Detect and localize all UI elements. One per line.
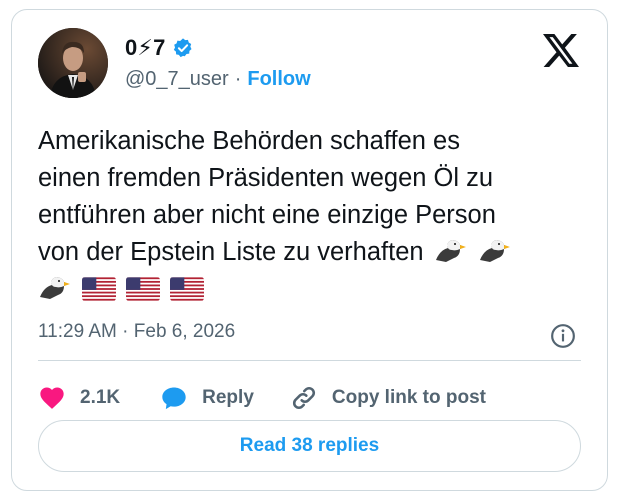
eagle-icon bbox=[40, 277, 70, 299]
verified-badge-icon bbox=[173, 38, 192, 58]
user-handle[interactable]: @0_7_user bbox=[125, 68, 229, 91]
follow-button[interactable]: Follow bbox=[247, 68, 310, 91]
eagle-icon bbox=[435, 240, 466, 262]
reply-button[interactable]: Reply bbox=[160, 384, 254, 412]
tweet-text-line: von der Epstein Liste zu verhaften bbox=[38, 238, 424, 266]
link-icon bbox=[292, 386, 315, 410]
divider bbox=[38, 360, 581, 361]
tweet-text-line: entführen aber nicht eine einzige Person bbox=[38, 201, 496, 229]
timestamp[interactable]: 11:29 AM · Feb 6, 2026 bbox=[38, 321, 235, 343]
handle-row: @0_7_user · Follow bbox=[125, 68, 311, 91]
reply-label: Reply bbox=[202, 387, 254, 408]
separator-dot: · bbox=[234, 68, 242, 90]
x-logo-icon[interactable] bbox=[543, 34, 579, 67]
read-replies-label: Read 38 replies bbox=[239, 435, 380, 456]
post-time[interactable]: 11:29 AM bbox=[38, 321, 117, 342]
display-name[interactable]: 0⚡7 bbox=[125, 35, 166, 61]
tweet-text-line: Amerikanische Behörden schaffen es bbox=[38, 127, 460, 155]
avatar[interactable] bbox=[38, 28, 108, 98]
like-button[interactable]: 2.1K bbox=[38, 384, 120, 412]
read-replies-button[interactable]: Read 38 replies bbox=[38, 420, 581, 472]
separator-dot: · bbox=[122, 321, 129, 342]
us-flag-icon bbox=[126, 277, 161, 301]
tweet-text-line: einen fremden Präsidenten wegen Öl zu bbox=[38, 164, 494, 192]
info-icon[interactable] bbox=[550, 323, 576, 349]
eagle-icon bbox=[479, 240, 510, 262]
heart-icon bbox=[40, 387, 64, 409]
us-flag-icon bbox=[170, 277, 205, 301]
speech-bubble-icon bbox=[162, 387, 186, 410]
tweet-card: 0⚡7 @0_7_user · Follow Amerikanische Beh… bbox=[11, 9, 608, 491]
copy-link-label: Copy link to post bbox=[331, 387, 486, 408]
post-date[interactable]: Feb 6, 2026 bbox=[134, 321, 235, 342]
avatar-photo bbox=[38, 28, 108, 98]
author-name-row[interactable]: 0⚡7 bbox=[125, 35, 194, 61]
tweet-text: Amerikanische Behörden schaffen es einen… bbox=[38, 123, 588, 308]
like-count: 2.1K bbox=[80, 387, 121, 408]
action-bar: 2.1K Reply Copy link to post bbox=[38, 378, 486, 418]
us-flag-icon bbox=[82, 277, 117, 301]
copy-link-button[interactable]: Copy link to post bbox=[290, 384, 486, 412]
